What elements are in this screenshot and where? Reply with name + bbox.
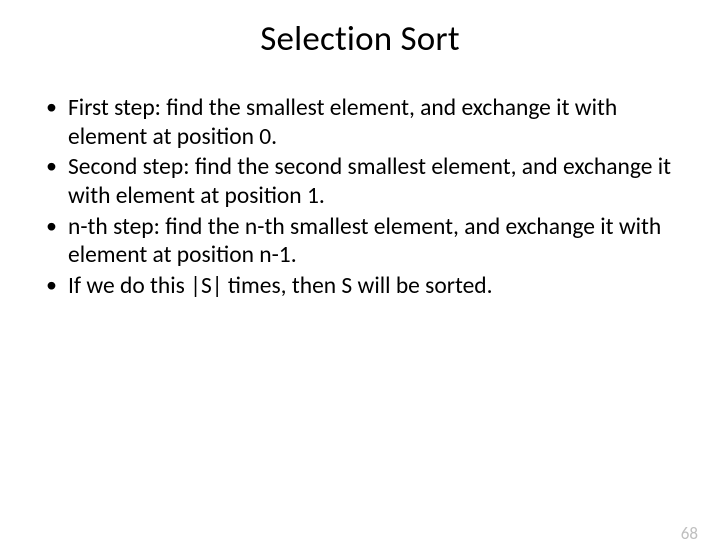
list-item: If we do this |S| times, then S will be …: [42, 272, 678, 301]
slide: Selection Sort First step: find the smal…: [0, 18, 720, 540]
slide-body: First step: find the smallest element, a…: [0, 94, 720, 301]
slide-title: Selection Sort: [0, 18, 720, 60]
list-item: n-th step: find the n-th smallest elemen…: [42, 213, 678, 270]
list-item: Second step: find the second smallest el…: [42, 153, 678, 210]
bullet-list: First step: find the smallest element, a…: [42, 94, 678, 301]
list-item: First step: find the smallest element, a…: [42, 94, 678, 151]
page-number: 68: [681, 523, 698, 540]
